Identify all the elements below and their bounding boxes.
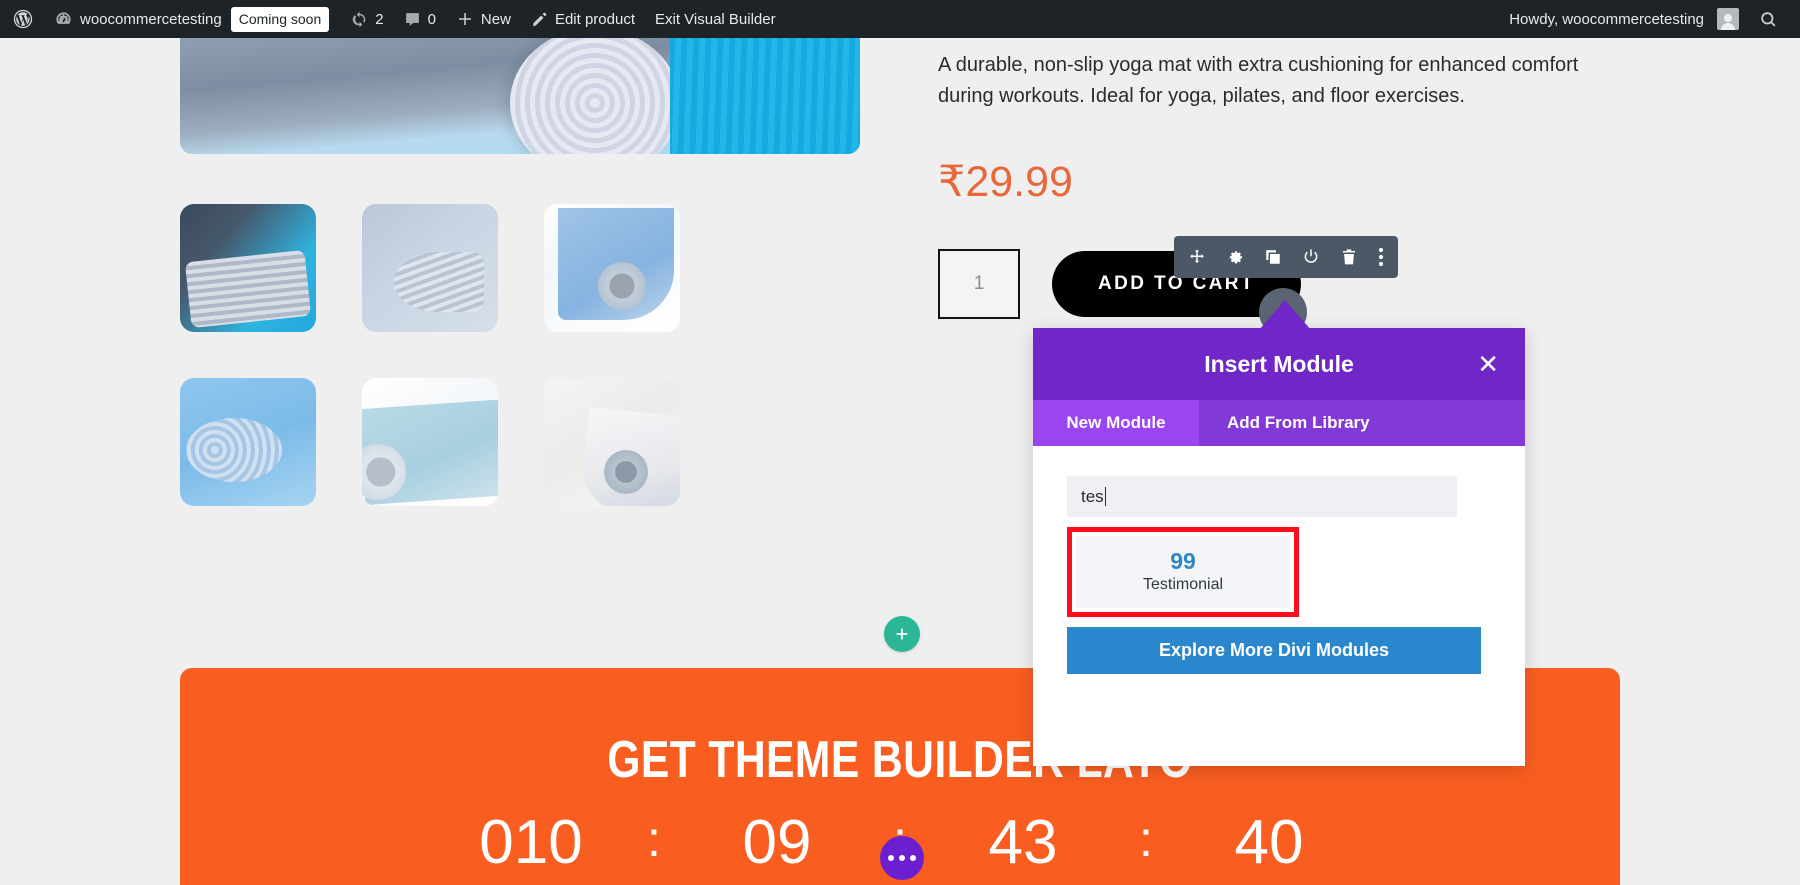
product-thumbnail[interactable]: [180, 204, 316, 332]
quote-icon: 99: [1170, 548, 1196, 574]
search-result-highlight: 99 Testimonial: [1067, 527, 1299, 617]
insert-module-modal: Insert Module ✕ New Module Add From Libr…: [1033, 328, 1525, 766]
product-thumbnail[interactable]: [362, 378, 498, 506]
pencil-icon: [531, 11, 548, 28]
dot: [899, 855, 905, 861]
wp-admin-bar: woocommercetesting Coming soon 2 0 New E…: [0, 0, 1800, 38]
edit-product-label: Edit product: [554, 10, 635, 28]
site-name-label: woocommercetesting: [80, 10, 222, 28]
dot: [910, 855, 916, 861]
my-account-menu[interactable]: Howdy, woocommercetesting: [1497, 0, 1749, 38]
edit-product-menu[interactable]: Edit product: [521, 0, 645, 38]
site-name-menu[interactable]: woocommercetesting Coming soon: [44, 0, 341, 38]
power-toggle-icon[interactable]: [1302, 248, 1320, 266]
countdown-unit-minutes: 43 Minute(s): [928, 812, 1118, 885]
plus-icon: [456, 10, 474, 28]
updates-menu[interactable]: 2: [341, 0, 393, 38]
product-thumbnail[interactable]: [544, 378, 680, 506]
countdown-value: 43: [988, 808, 1058, 877]
exit-visual-builder-menu[interactable]: Exit Visual Builder: [645, 0, 786, 38]
countdown-value: 010: [479, 808, 583, 877]
close-icon[interactable]: ✕: [1477, 351, 1499, 377]
product-gallery: [180, 38, 860, 552]
product-thumbnail[interactable]: [362, 204, 498, 332]
new-content-menu[interactable]: New: [446, 0, 521, 38]
section-options-button[interactable]: [880, 836, 924, 880]
avatar: [1717, 8, 1739, 30]
search-icon: [1759, 10, 1778, 29]
duplicate-icon[interactable]: [1264, 248, 1282, 266]
product-price: ₹29.99: [938, 158, 1073, 206]
modal-tab-bar: New Module Add From Library: [1033, 400, 1525, 446]
wordpress-logo-icon: [12, 8, 34, 30]
comments-count: 0: [427, 10, 436, 28]
countdown-separator: :: [1139, 811, 1153, 867]
exit-visual-builder-label: Exit Visual Builder: [654, 10, 776, 28]
comment-bubble-icon: [404, 11, 421, 28]
quantity-input[interactable]: 1: [938, 249, 1020, 319]
explore-more-divi-modules-button[interactable]: Explore More Divi Modules: [1067, 627, 1481, 674]
updates-icon: [351, 11, 368, 28]
dashboard-icon: [54, 10, 73, 29]
trash-icon[interactable]: [1340, 248, 1358, 266]
modal-body: tes 99 Testimonial Explore More Divi Mod…: [1033, 446, 1525, 766]
countdown-unit-seconds: 40 Second(s): [1174, 812, 1364, 885]
coming-soon-badge[interactable]: Coming soon: [230, 6, 330, 32]
product-thumbnail[interactable]: [180, 378, 316, 506]
comments-menu[interactable]: 0: [394, 0, 446, 38]
wordpress-logo-menu[interactable]: [0, 0, 44, 38]
updates-count: 2: [375, 10, 384, 28]
product-thumbnail[interactable]: [544, 204, 680, 332]
modal-header: Insert Module ✕: [1033, 328, 1525, 400]
product-main-image[interactable]: [180, 38, 860, 154]
new-content-label: New: [480, 10, 511, 28]
add-row-button[interactable]: [884, 616, 920, 652]
product-thumbnail-list: [180, 204, 860, 552]
module-search-input[interactable]: tes: [1067, 476, 1457, 517]
countdown-value: 40: [1234, 808, 1304, 877]
countdown-value: 09: [742, 808, 812, 877]
tab-add-from-library[interactable]: Add From Library: [1199, 400, 1398, 446]
move-icon[interactable]: [1188, 248, 1206, 266]
more-options-icon[interactable]: [1378, 247, 1384, 267]
modal-title: Insert Module: [1204, 350, 1354, 377]
module-hover-toolbar: [1174, 236, 1398, 278]
countdown-unit-days: 010 Day(s): [436, 812, 626, 885]
dot: [888, 855, 894, 861]
page-content: A durable, non-slip yoga mat with extra …: [0, 38, 1800, 885]
search-menu[interactable]: [1749, 0, 1788, 38]
tab-new-module[interactable]: New Module: [1033, 400, 1199, 446]
countdown-unit-hours: 09 Hour(s): [682, 812, 872, 885]
gear-icon[interactable]: [1226, 248, 1244, 266]
module-search-value: tes: [1081, 486, 1104, 506]
modal-pointer-arrow: [1259, 300, 1311, 330]
countdown-separator: :: [647, 811, 661, 867]
module-result-label: Testimonial: [1142, 576, 1224, 593]
text-caret: [1104, 487, 1106, 506]
module-result-testimonial[interactable]: 99 Testimonial: [1076, 536, 1290, 608]
product-description: A durable, non-slip yoga mat with extra …: [938, 54, 1579, 107]
howdy-label: Howdy, woocommercetesting: [1509, 10, 1704, 28]
